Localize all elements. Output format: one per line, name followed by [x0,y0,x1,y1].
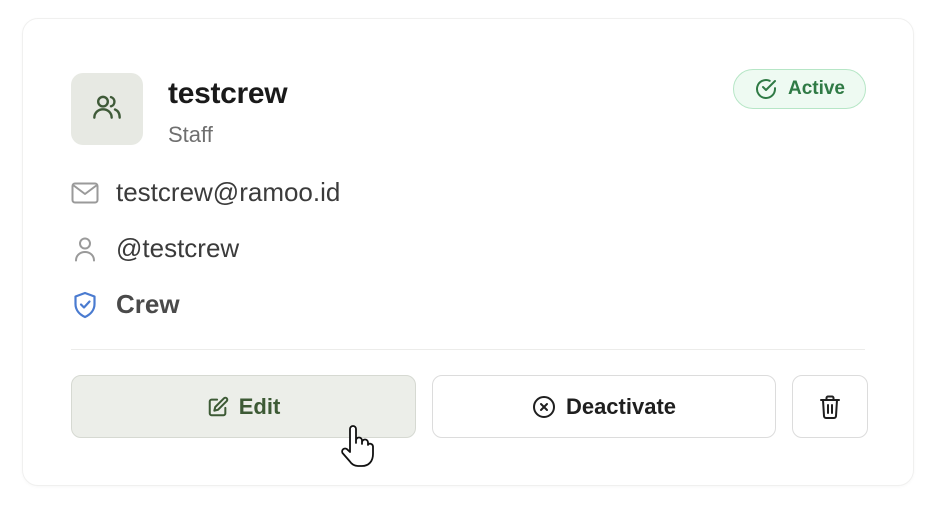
check-circle-icon [754,77,778,101]
trash-icon [819,395,841,419]
email-text: testcrew@ramoo.id [116,177,341,207]
email-row: testcrew@ramoo.id [71,177,340,208]
user-card: testcrew Staff Active testcrew@ramoo.id … [22,18,914,486]
deactivate-button[interactable]: Deactivate [432,375,776,438]
status-label: Active [787,78,845,99]
username-text: @testcrew [116,233,240,263]
username-row: @testcrew [71,233,239,264]
divider [71,349,865,350]
user-icon [71,236,99,262]
mail-icon [71,182,99,204]
user-subtitle: Staff [168,122,213,147]
edit-label: Edit [238,393,281,419]
deactivate-label: Deactivate [565,393,677,419]
role-text: Crew [116,289,180,319]
x-circle-icon [532,395,556,419]
avatar [71,73,143,145]
users-icon [91,91,123,128]
delete-button[interactable] [792,375,868,438]
user-name: testcrew [168,77,288,110]
shield-check-icon [71,291,99,319]
edit-icon [207,396,229,418]
hand-pointer-cursor-icon [338,423,374,469]
status-badge: Active [732,69,866,109]
role-row: Crew [71,289,180,320]
